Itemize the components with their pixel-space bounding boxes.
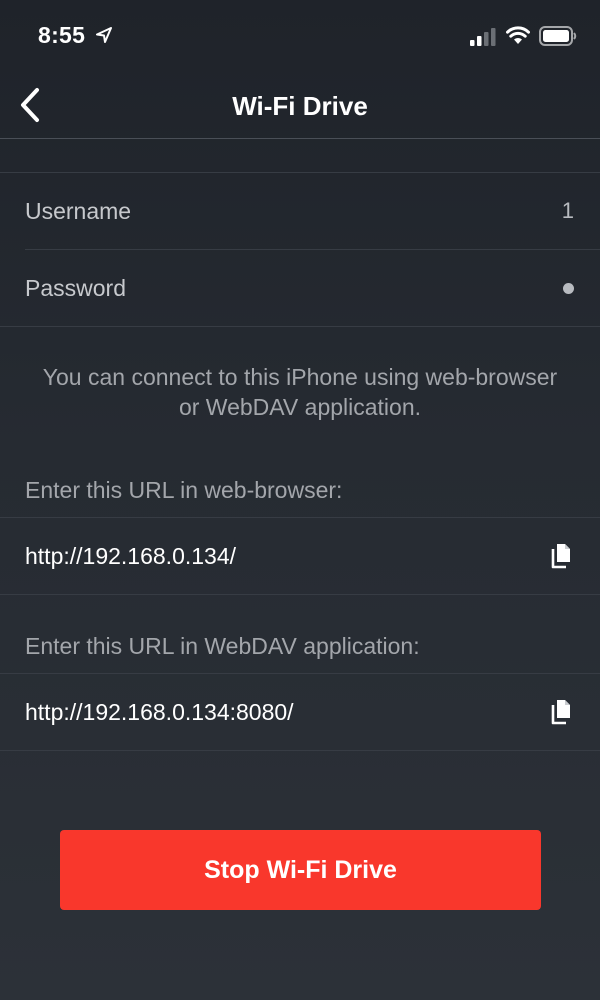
copy-icon[interactable] bbox=[550, 699, 572, 725]
copy-icon[interactable] bbox=[550, 543, 572, 569]
stop-wifi-drive-button[interactable]: Stop Wi-Fi Drive bbox=[60, 830, 541, 910]
username-row[interactable]: Username 1 bbox=[0, 173, 600, 249]
battery-icon bbox=[539, 26, 577, 46]
browser-url-header: Enter this URL in web-browser: bbox=[25, 477, 343, 503]
navigation-bar: Wi-Fi Drive bbox=[0, 72, 600, 139]
browser-url[interactable]: http://192.168.0.134/ bbox=[25, 543, 236, 570]
username-value: 1 bbox=[561, 198, 574, 223]
password-row[interactable]: Password bbox=[0, 250, 600, 326]
password-label: Password bbox=[25, 274, 126, 301]
location-arrow-icon bbox=[96, 27, 112, 43]
username-label: Username bbox=[25, 197, 132, 224]
connection-info-text: You can connect to this iPhone using web… bbox=[42, 364, 558, 420]
browser-url-row[interactable]: http://192.168.0.134/ bbox=[0, 518, 600, 594]
webdav-bottom-divider bbox=[0, 750, 600, 751]
group-bottom-divider bbox=[0, 326, 600, 327]
status-time: 8:55 bbox=[38, 22, 86, 48]
wifi-icon bbox=[506, 26, 530, 44]
page-title: Wi-Fi Drive bbox=[232, 91, 368, 121]
password-masked-dot bbox=[563, 282, 574, 294]
webdav-url-header: Enter this URL in WebDAV application: bbox=[25, 633, 420, 659]
browser-bottom-divider bbox=[0, 594, 600, 595]
webdav-url-row[interactable]: http://192.168.0.134:8080/ bbox=[0, 674, 600, 750]
cellular-signal-icon bbox=[470, 28, 496, 46]
status-bar: 8:55 bbox=[0, 0, 600, 72]
webdav-url[interactable]: http://192.168.0.134:8080/ bbox=[25, 699, 294, 726]
